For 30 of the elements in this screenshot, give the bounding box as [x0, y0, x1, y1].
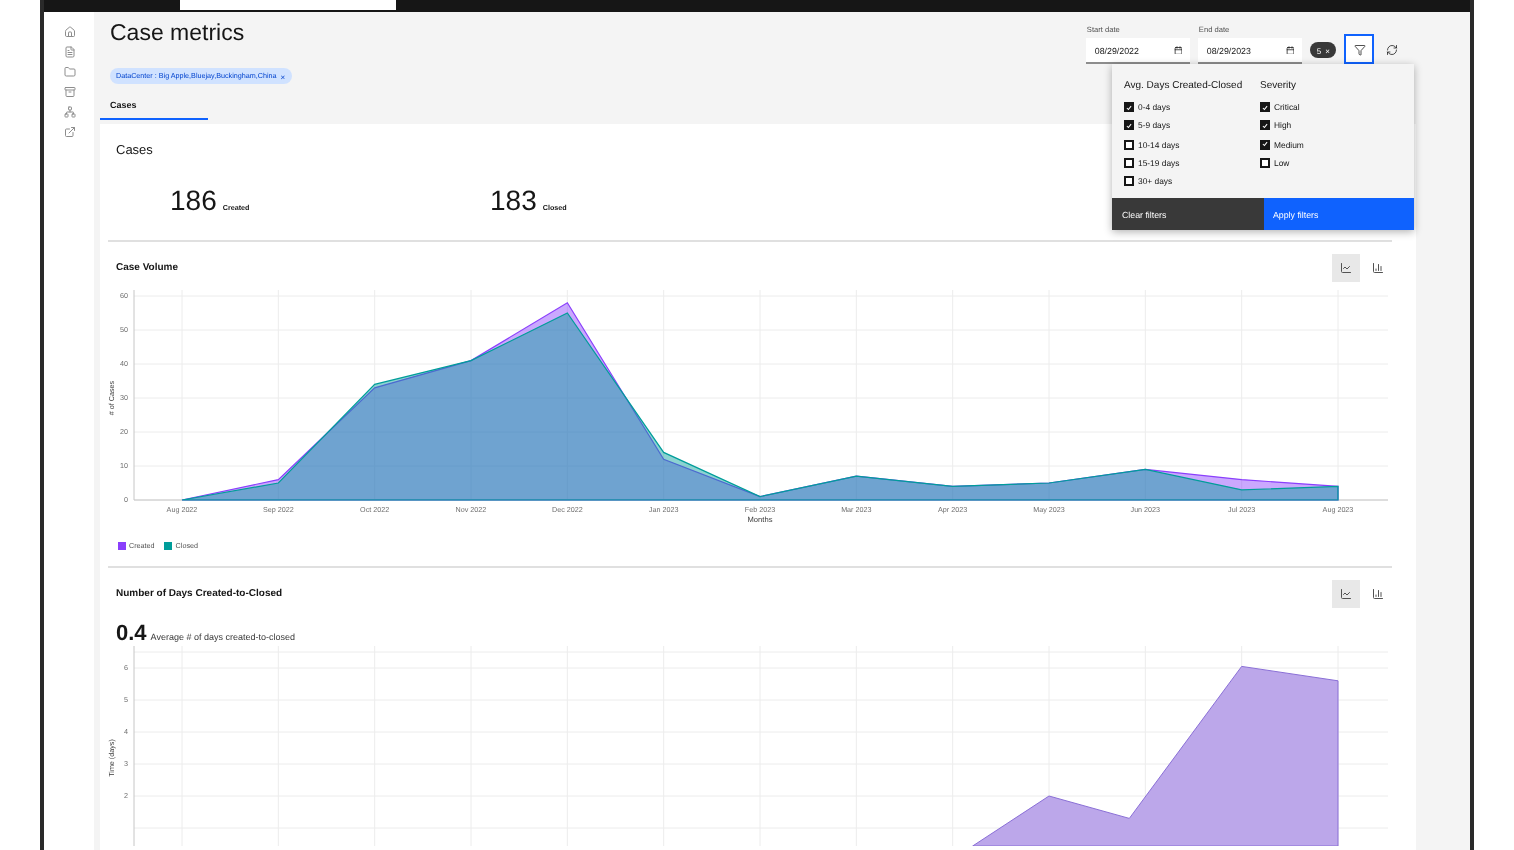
page-title: Case metrics — [110, 20, 247, 48]
checkbox[interactable] — [1124, 102, 1134, 113]
metric-value: 0.4 — [116, 622, 147, 646]
network-icon[interactable] — [63, 106, 75, 118]
bar-chart-icon — [1372, 262, 1384, 274]
line-chart-button[interactable] — [1332, 254, 1360, 282]
checkbox[interactable] — [1124, 157, 1134, 168]
checkbox[interactable] — [1260, 157, 1270, 168]
metric-value: 186 — [170, 184, 217, 216]
checkbox[interactable] — [1124, 139, 1134, 150]
checkbox[interactable] — [1260, 120, 1270, 131]
document-icon[interactable] — [63, 46, 75, 58]
home-icon[interactable] — [63, 26, 75, 38]
line-chart-icon — [1340, 588, 1352, 600]
checkbox[interactable] — [1260, 102, 1270, 113]
line-chart-icon — [1340, 262, 1352, 274]
filter-button[interactable] — [1344, 34, 1374, 64]
checkbox[interactable] — [1260, 139, 1270, 150]
archive-icon[interactable] — [63, 86, 75, 98]
filter-icon — [1353, 43, 1365, 55]
bar-chart-icon — [1372, 588, 1384, 600]
calendar-icon — [1285, 45, 1295, 55]
metric-value: 183 — [490, 184, 537, 216]
checkbox[interactable] — [1124, 175, 1134, 186]
checkbox[interactable] — [1124, 120, 1134, 131]
external-link-icon[interactable] — [63, 126, 75, 138]
refresh-icon — [1386, 43, 1398, 55]
line-chart-button[interactable] — [1332, 580, 1360, 608]
calendar-icon — [1173, 45, 1183, 55]
search-field[interactable] — [180, 0, 396, 10]
